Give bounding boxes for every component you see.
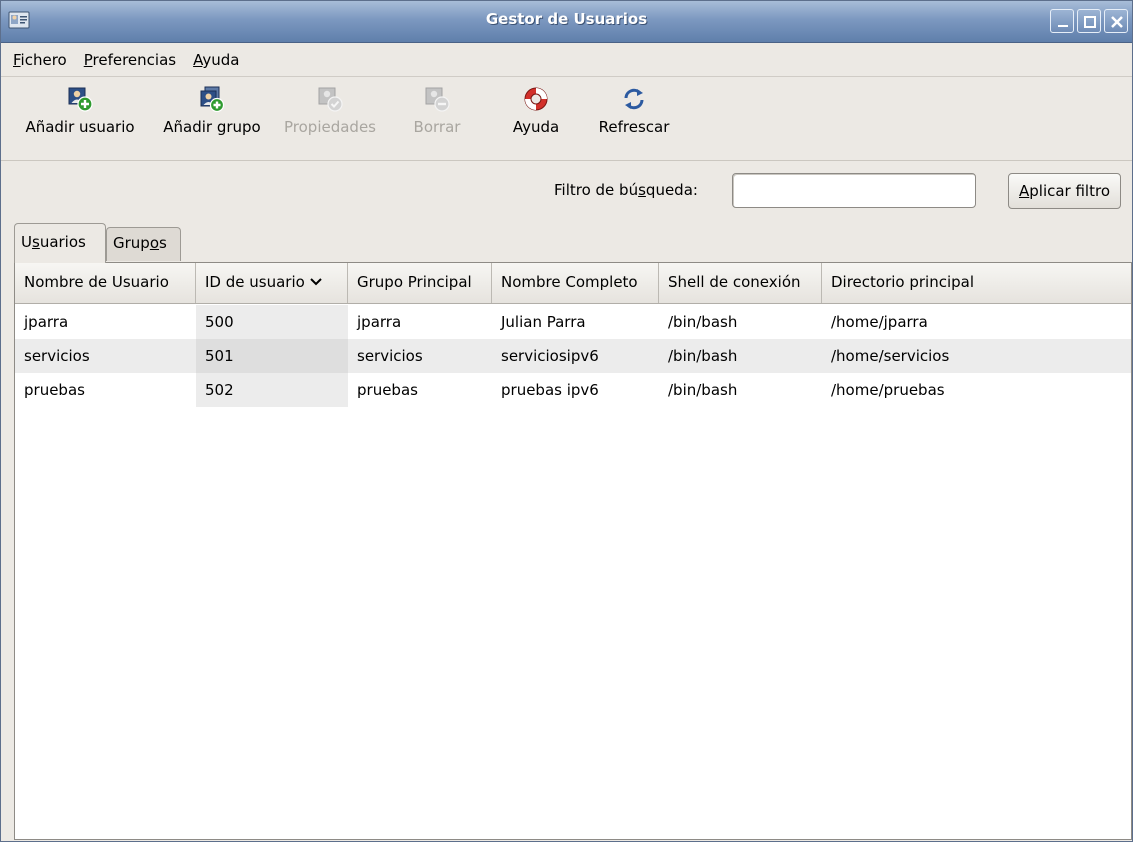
tab-grupos[interactable]: Grupos [106,227,181,261]
close-icon [1111,16,1123,28]
help-label: Ayuda [512,118,560,136]
tab-grupos-text-post: s [159,234,167,252]
cell-primary-group: jparra [357,313,402,331]
window-title: Gestor de Usuarios [485,10,648,28]
title-bar[interactable]: Gestor de Usuarios [1,1,1132,43]
apply-filter-button[interactable]: Aplicar filtro [1008,173,1121,209]
search-filter-label: Filtro de búsqueda: [554,181,698,199]
cell-full-name: pruebas ipv6 [501,381,599,399]
refresh-icon [624,88,644,110]
menu-preferencias-label: referencias [92,51,177,69]
tab-grupos-text-pre: Grup [113,234,150,252]
toolbar: Añadir usuario Añadir grupo Propiedades [1,78,1132,161]
help-button[interactable]: Ayuda [501,86,571,136]
tab-usuarios[interactable]: Usuarios [14,223,106,263]
menu-ayuda[interactable]: Ayuda [193,51,239,69]
table-row[interactable]: jparra 500 jparra Julian Parra /bin/bash… [15,305,1131,339]
delete-user-icon [425,87,450,112]
cell-home-directory: /home/servicios [831,347,950,365]
table-row[interactable]: pruebas 502 pruebas pruebas ipv6 /bin/ba… [15,373,1131,407]
column-header-username-label: Nombre de Usuario [24,273,169,291]
cell-user-id: 502 [196,373,348,407]
cell-login-shell: /bin/bash [668,381,738,399]
column-header-login-shell[interactable]: Shell de conexión [659,263,822,303]
delete-button[interactable]: Borrar [401,86,473,136]
refresh-button[interactable]: Refrescar [586,86,682,136]
cell-home-directory: /home/pruebas [831,381,945,399]
column-header-full-name-label: Nombre Completo [501,273,638,291]
user-manager-window: Gestor de Usuarios Fichero Preferencias … [0,0,1133,842]
column-header-full-name[interactable]: Nombre Completo [492,263,659,303]
maximize-icon [1084,16,1096,28]
chevron-down-icon [310,278,322,286]
add-group-button[interactable]: Añadir grupo [157,86,267,136]
cell-login-shell: /bin/bash [668,347,738,365]
add-user-label: Añadir usuario [25,118,135,136]
lifebuoy-help-icon [524,87,548,111]
column-header-primary-group[interactable]: Grupo Principal [348,263,492,303]
cell-primary-group: servicios [357,347,423,365]
cell-user-id: 500 [196,305,348,339]
apply-filter-label: plicar filtro [1029,182,1110,200]
column-header-home-directory[interactable]: Directorio principal [822,263,1131,303]
menu-fichero-label: ichero [20,51,67,69]
cell-home-directory: /home/jparra [831,313,928,331]
minimize-button[interactable] [1050,9,1074,33]
add-user-button[interactable]: Añadir usuario [13,86,147,136]
menu-fichero[interactable]: Fichero [13,51,67,69]
cell-full-name: Julian Parra [501,313,586,331]
column-header-username[interactable]: Nombre de Usuario [15,263,196,303]
cell-login-shell: /bin/bash [668,313,738,331]
tab-usuarios-text-pre: U [21,233,32,251]
column-header-primary-group-label: Grupo Principal [357,273,472,291]
menu-ayuda-mnemonic: A [193,51,203,69]
menu-preferencias-mnemonic: P [83,51,93,69]
menu-preferencias[interactable]: Preferencias [84,51,176,69]
properties-label: Propiedades [284,118,376,136]
tab-grupos-mnemonic: o [149,234,160,252]
tab-usuarios-mnemonic: s [31,233,40,251]
column-header-user-id-label: ID de usuario [205,273,305,291]
column-header-home-directory-label: Directorio principal [831,273,975,291]
users-table: Nombre de Usuario ID de usuario Grupo Pr… [14,262,1132,840]
add-group-icon [200,86,225,112]
refresh-label: Refrescar [598,118,670,136]
cell-username: pruebas [24,381,85,399]
properties-icon [318,87,343,112]
window-controls [1050,9,1128,33]
add-user-icon [68,87,93,112]
table-row[interactable]: servicios 501 servicios serviciosipv6 /b… [15,339,1131,373]
menu-bar: Fichero Preferencias Ayuda [1,44,1132,77]
apply-filter-mnemonic: A [1018,182,1030,200]
filter-label-pre: Filtro de bú [554,181,639,199]
filter-label-post: queda: [645,181,698,199]
search-filter-input[interactable] [732,173,976,208]
delete-label: Borrar [413,118,461,136]
column-header-user-id[interactable]: ID de usuario [196,263,348,303]
filter-label-mnemonic: s [638,181,646,199]
menu-fichero-mnemonic: F [13,51,21,69]
column-header-login-shell-label: Shell de conexión [668,273,801,291]
cell-user-id: 501 [196,339,348,373]
properties-button[interactable]: Propiedades [274,86,386,136]
cell-full-name: serviciosipv6 [501,347,599,365]
cell-username: servicios [24,347,90,365]
maximize-button[interactable] [1077,9,1101,33]
menu-ayuda-label: yuda [202,51,240,69]
add-group-label: Añadir grupo [163,118,261,136]
cell-primary-group: pruebas [357,381,418,399]
minimize-icon [1058,25,1068,27]
cell-username: jparra [24,313,69,331]
table-header: Nombre de Usuario ID de usuario Grupo Pr… [15,263,1131,304]
close-button[interactable] [1104,9,1128,33]
tab-usuarios-text-post: uarios [39,233,86,251]
